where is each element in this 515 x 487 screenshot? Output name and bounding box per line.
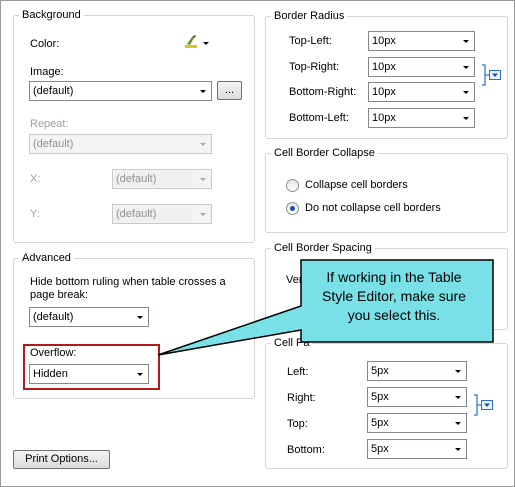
cell-padding-top-select[interactable]: 5px (367, 413, 467, 433)
chevron-down-icon (458, 32, 474, 50)
color-label: Color: (30, 38, 60, 50)
repeat-select-value: (default) (33, 138, 74, 150)
x-select-value: (default) (116, 173, 157, 185)
cell-padding-legend: Cell Pa (271, 337, 313, 350)
chevron-down-icon (195, 205, 211, 223)
cell-padding-right-select[interactable]: 5px (367, 387, 467, 407)
cell-padding-bottom-value: 5px (371, 443, 389, 455)
cell-padding-link-button[interactable] (472, 394, 496, 416)
cell-padding-label-left: Left: (287, 366, 309, 378)
cell-border-spacing-legend: Cell Border Spacing (271, 242, 375, 255)
image-select-value: (default) (33, 85, 74, 97)
image-select[interactable]: (default) (29, 81, 212, 101)
border-radius-label-top-right: Top-Right: (289, 61, 340, 73)
collapse-borders-radio[interactable] (286, 179, 299, 192)
browse-image-button[interactable]: ... (217, 81, 242, 100)
repeat-select[interactable]: (default) (29, 134, 212, 154)
cell-border-collapse-legend: Cell Border Collapse (271, 147, 378, 160)
cell-border-collapse-group: Cell Border Collapse (265, 147, 508, 233)
print-options-button[interactable]: Print Options... (13, 450, 110, 469)
cell-padding-right-value: 5px (371, 391, 389, 403)
cell-padding-top-value: 5px (371, 417, 389, 429)
no-collapse-borders-radio[interactable] (286, 202, 299, 215)
x-label: X: (30, 173, 41, 185)
y-select[interactable]: (default) (112, 204, 212, 224)
chevron-down-icon (458, 109, 474, 127)
background-legend: Background (19, 9, 84, 22)
chevron-down-icon (450, 388, 466, 406)
collapse-borders-label[interactable]: Collapse cell borders (305, 179, 408, 192)
advanced-legend: Advanced (19, 252, 74, 265)
paint-brush-icon (185, 35, 209, 48)
border-radius-label-bottom-left: Bottom-Left: (289, 112, 349, 124)
cell-padding-bottom-select[interactable]: 5px (367, 439, 467, 459)
cell-padding-label-bottom: Bottom: (287, 444, 325, 456)
image-label: Image: (30, 66, 64, 78)
link-values-icon (482, 64, 501, 86)
chevron-down-icon (195, 135, 211, 153)
chevron-down-icon (450, 362, 466, 380)
ruling-label-line1: Hide bottom ruling when table crosses a (30, 276, 226, 288)
border-radius-top-left-value: 10px (372, 35, 396, 47)
cell-padding-left-value: 5px (371, 365, 389, 377)
border-radius-bottom-left-value: 10px (372, 112, 396, 124)
border-radius-bottom-left-select[interactable]: 10px (368, 108, 475, 128)
chevron-down-icon (195, 170, 211, 188)
link-values-icon (474, 394, 493, 416)
chevron-down-icon (195, 82, 211, 100)
chevron-down-icon (132, 308, 148, 326)
y-select-value: (default) (116, 208, 157, 220)
color-picker-button[interactable] (183, 34, 213, 52)
border-radius-legend: Border Radius (271, 10, 348, 23)
cell-padding-label-top: Top: (287, 418, 308, 430)
chevron-down-icon (450, 440, 466, 458)
border-radius-top-left-select[interactable]: 10px (368, 31, 475, 51)
border-radius-top-right-value: 10px (372, 61, 396, 73)
y-label: Y: (30, 208, 40, 220)
cell-padding-left-select[interactable]: 5px (367, 361, 467, 381)
border-radius-bottom-right-value: 10px (372, 86, 396, 98)
chevron-down-icon (450, 414, 466, 432)
border-radius-link-button[interactable] (480, 64, 504, 86)
border-radius-bottom-right-select[interactable]: 10px (368, 82, 475, 102)
cell-padding-label-right: Right: (287, 392, 316, 404)
overflow-highlight-box (23, 344, 160, 390)
vertical-spacing-label: Verti (286, 274, 309, 286)
x-select[interactable]: (default) (112, 169, 212, 189)
border-radius-label-top-left: Top-Left: (289, 35, 332, 47)
ruling-select[interactable]: (default) (29, 307, 149, 327)
callout-text: If working in the Table Style Editor, ma… (322, 269, 466, 323)
border-radius-label-bottom-right: Bottom-Right: (289, 86, 357, 98)
no-collapse-borders-label[interactable]: Do not collapse cell borders (305, 202, 441, 215)
chevron-down-icon (458, 83, 474, 101)
ruling-select-value: (default) (33, 311, 74, 323)
chevron-down-icon (458, 58, 474, 76)
border-radius-top-right-select[interactable]: 10px (368, 57, 475, 77)
ruling-label-line2: page break: (30, 289, 89, 301)
repeat-label: Repeat: (30, 118, 69, 130)
